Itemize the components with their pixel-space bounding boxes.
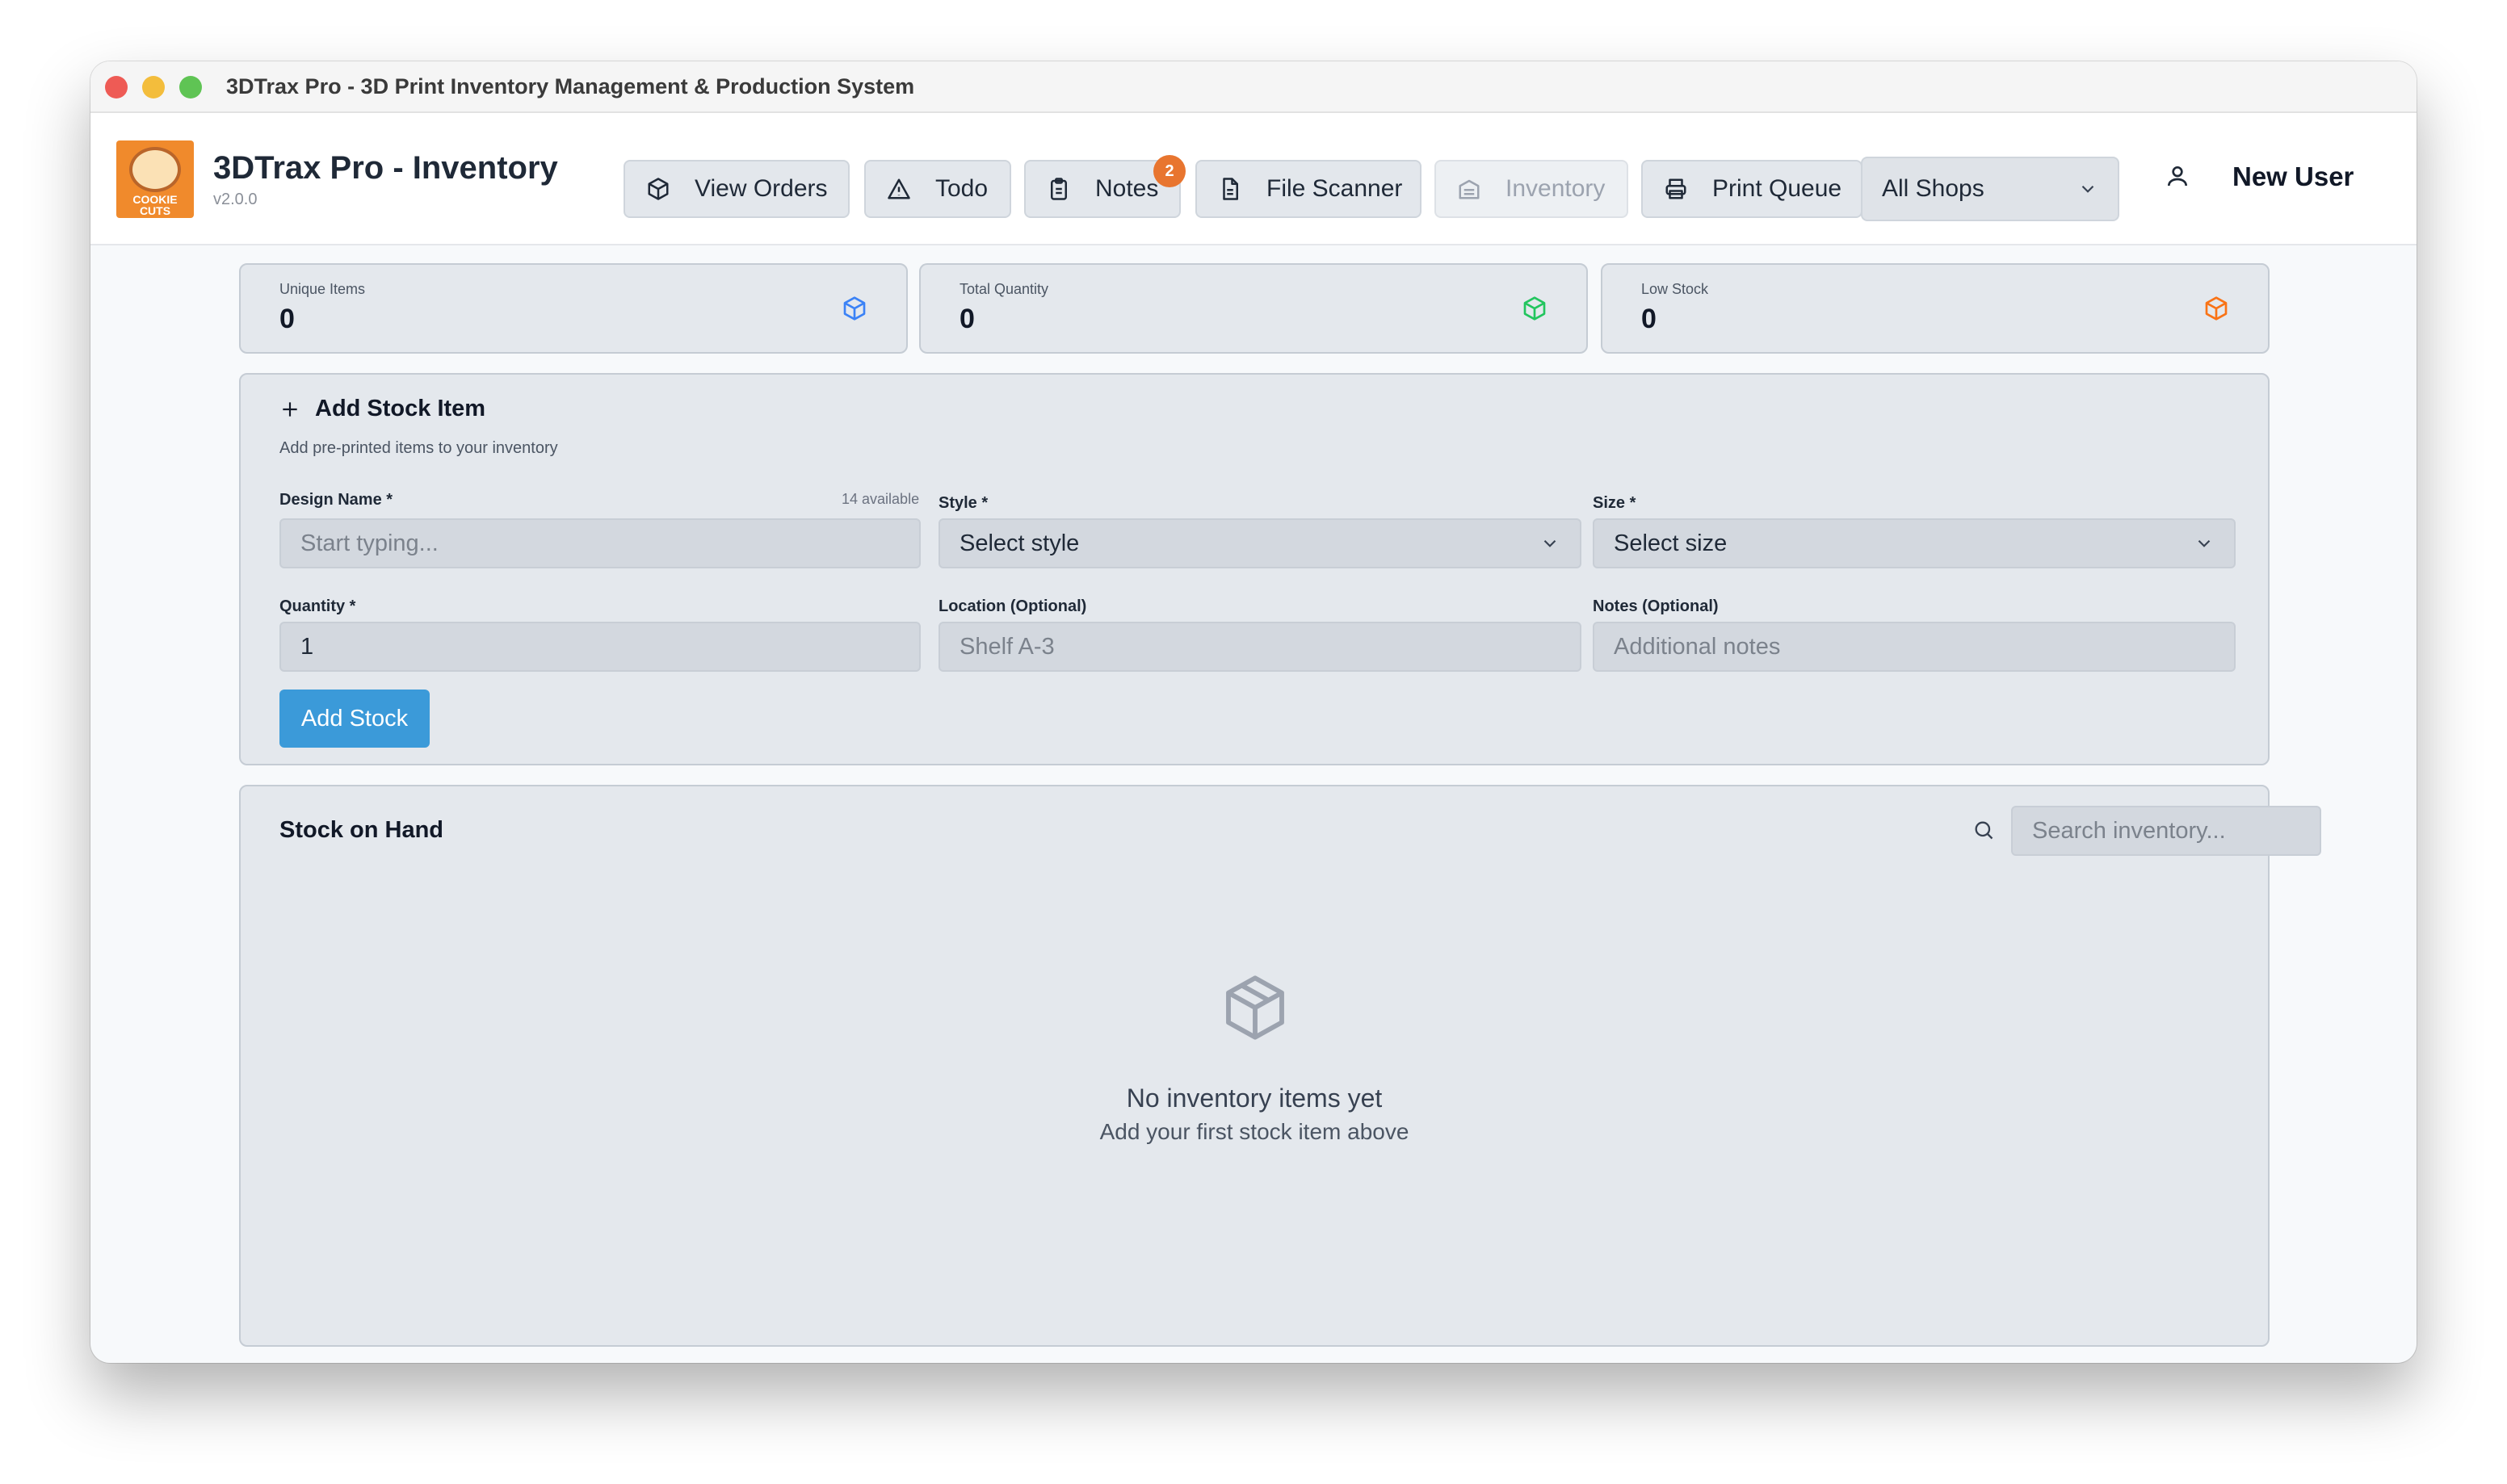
inventory-label: Inventory — [1505, 175, 1606, 202]
stat-card-low-stock: Low Stock 0 — [1601, 263, 2270, 354]
inventory-search-input[interactable]: Search inventory... — [2011, 806, 2321, 856]
stat-label: Low Stock — [1641, 281, 1709, 297]
user-icon[interactable] — [2165, 163, 2190, 189]
window-title: 3DTrax Pro - 3D Print Inventory Manageme… — [226, 74, 915, 99]
shop-select[interactable]: All Shops — [1861, 157, 2119, 221]
quantity-label: Quantity * — [279, 597, 356, 615]
size-label: Size * — [1593, 494, 1636, 512]
notes-count-badge: 2 — [1153, 155, 1186, 187]
search-icon — [1975, 821, 1993, 840]
logo-text-line-2: CUTS — [139, 204, 171, 217]
add-stock-subtitle: Add pre-printed items to your inventory — [279, 439, 558, 457]
print-queue-label: Print Queue — [1712, 175, 1842, 202]
user-name[interactable]: New User — [2232, 161, 2354, 192]
style-select-value: Select style — [960, 530, 1080, 556]
add-stock-title: Add Stock Item — [279, 396, 485, 422]
stat-label: Unique Items — [279, 281, 366, 297]
notes-label: Notes (Optional) — [1593, 597, 1719, 615]
maximize-window-button[interactable] — [179, 76, 202, 99]
title-bar: 3DTrax Pro - 3D Print Inventory Manageme… — [90, 61, 2417, 113]
stock-on-hand-title-text: Stock on Hand — [279, 817, 444, 843]
warehouse-icon — [1459, 179, 1480, 199]
clipboard-icon — [1051, 178, 1067, 200]
warning-triangle-icon — [888, 178, 910, 199]
stat-value: 0 — [1641, 304, 1657, 334]
style-select[interactable]: Select style — [939, 518, 1581, 568]
stat-card-total-quantity: Total Quantity 0 — [919, 263, 1588, 354]
app-logo: COOKIE CUTS — [116, 140, 194, 218]
file-scanner-button[interactable]: File Scanner — [1195, 160, 1421, 218]
inventory-button[interactable]: Inventory — [1434, 160, 1628, 218]
shop-select-value: All Shops — [1882, 175, 1984, 202]
chevron-down-icon — [2198, 539, 2211, 547]
plus-icon — [283, 401, 297, 417]
app-window: 3DTrax Pro - 3D Print Inventory Manageme… — [90, 61, 2417, 1363]
chevron-down-icon — [1543, 539, 1556, 547]
stock-on-hand-panel: Stock on Hand Search inventory... No inv… — [239, 785, 2321, 1347]
logo-face-icon — [129, 147, 181, 192]
notes-input[interactable]: Additional notes — [1593, 622, 2236, 672]
chevron-down-icon — [2081, 185, 2094, 193]
design-name-label: Design Name * — [279, 491, 393, 509]
printer-icon — [1665, 178, 1686, 199]
cube-icon — [2205, 296, 2228, 321]
print-queue-button[interactable]: Print Queue — [1641, 160, 1862, 218]
design-name-input[interactable]: Start typing... — [279, 518, 921, 568]
app-version: v2.0.0 — [213, 191, 258, 208]
add-stock-button[interactable]: Add Stock — [279, 690, 430, 748]
empty-state-subtitle: Add your first stock item above — [1099, 1119, 1409, 1144]
location-input[interactable]: Shelf A-3 — [939, 622, 1581, 672]
app-title: 3DTrax Pro - Inventory — [213, 150, 558, 186]
logo-text-line-1: COOKIE — [132, 193, 178, 206]
size-select[interactable]: Select size — [1593, 518, 2236, 568]
notes-label: Notes — [1095, 175, 1159, 202]
cube-icon — [843, 296, 866, 321]
size-select-value: Select size — [1614, 530, 1728, 556]
close-window-button[interactable] — [105, 76, 128, 99]
notes-button[interactable]: Notes 2 — [1024, 155, 1186, 218]
package-icon — [648, 178, 669, 200]
file-scanner-label: File Scanner — [1266, 175, 1403, 202]
style-label: Style * — [939, 494, 989, 512]
stat-value: 0 — [960, 304, 975, 334]
stat-label: Total Quantity — [960, 281, 1049, 297]
add-stock-title-text: Add Stock Item — [315, 396, 486, 421]
file-icon — [1223, 178, 1238, 200]
stock-on-hand-title: Stock on Hand — [279, 817, 443, 844]
view-orders-label: View Orders — [695, 175, 828, 202]
stat-value: 0 — [279, 304, 295, 334]
add-stock-panel: Add Stock Item Add pre-printed items to … — [239, 373, 2270, 765]
stat-card-unique-items: Unique Items 0 — [239, 263, 908, 354]
todo-label: Todo — [935, 175, 989, 202]
empty-box-icon — [1226, 975, 1284, 1040]
todo-button[interactable]: Todo — [864, 160, 1011, 218]
quantity-input[interactable]: 1 — [279, 622, 921, 672]
minimize-window-button[interactable] — [142, 76, 165, 99]
designs-available-hint: 14 available — [842, 491, 920, 507]
cube-icon — [1523, 296, 1546, 321]
view-orders-button[interactable]: View Orders — [624, 160, 850, 218]
empty-state-title: No inventory items yet — [1126, 1084, 1383, 1113]
location-label: Location (Optional) — [939, 597, 1087, 615]
